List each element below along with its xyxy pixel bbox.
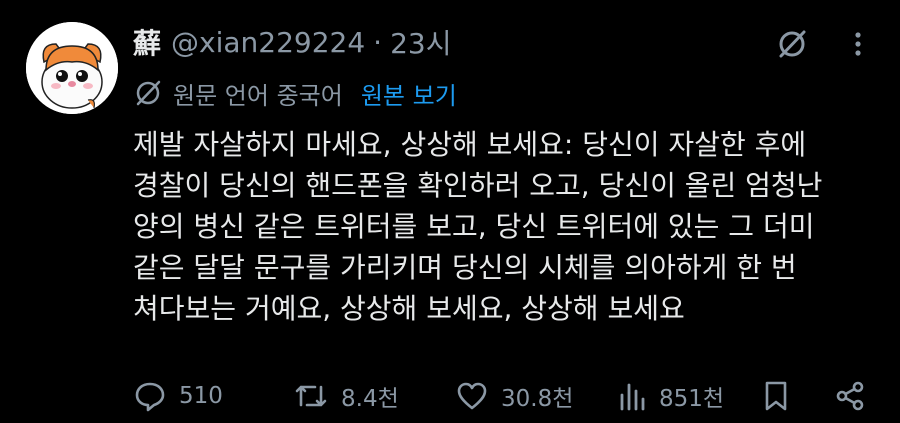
translation-info: 원문 언어 중국어 원본 보기 [133, 76, 457, 110]
reply-count: 510 [179, 383, 223, 409]
action-bar: 510 8.4천 30.8천 851천 [133, 376, 873, 416]
bookmark-button[interactable] [761, 376, 803, 416]
translate-icon [136, 80, 161, 106]
avatar-hamster-image [26, 22, 118, 114]
post-body-text: 제발 자살하지 마세요, 상상해 보세요: 당신이 자살한 후에 경찰이 당신의… [133, 128, 823, 325]
post-header: 蘚 @xian229224 · 23시 [133, 22, 451, 62]
user-handle[interactable]: @xian229224 [171, 26, 365, 59]
reply-icon [135, 382, 165, 412]
repost-count: 8.4천 [341, 386, 399, 412]
avatar[interactable] [26, 22, 118, 114]
views-count: 851천 [659, 386, 725, 412]
more-icon[interactable] [838, 24, 878, 64]
views-button[interactable]: 851천 [617, 376, 724, 416]
repost-button[interactable]: 8.4천 [293, 376, 399, 416]
post-time[interactable]: 23시 [390, 22, 451, 62]
bookmark-icon [765, 381, 787, 411]
display-name[interactable]: 蘚 [133, 22, 161, 62]
views-icon [620, 383, 645, 411]
grok-icon[interactable] [772, 24, 812, 64]
like-icon [457, 382, 487, 410]
show-original-link[interactable]: 원본 보기 [361, 76, 457, 111]
repost-icon [295, 385, 327, 407]
like-count: 30.8천 [501, 386, 574, 412]
reply-button[interactable]: 510 [133, 376, 223, 416]
like-button[interactable]: 30.8천 [455, 376, 573, 416]
share-button[interactable] [833, 376, 879, 416]
separator-dot: · [373, 25, 383, 59]
translation-note: 원문 언어 중국어 [173, 81, 343, 110]
share-icon [836, 381, 864, 411]
